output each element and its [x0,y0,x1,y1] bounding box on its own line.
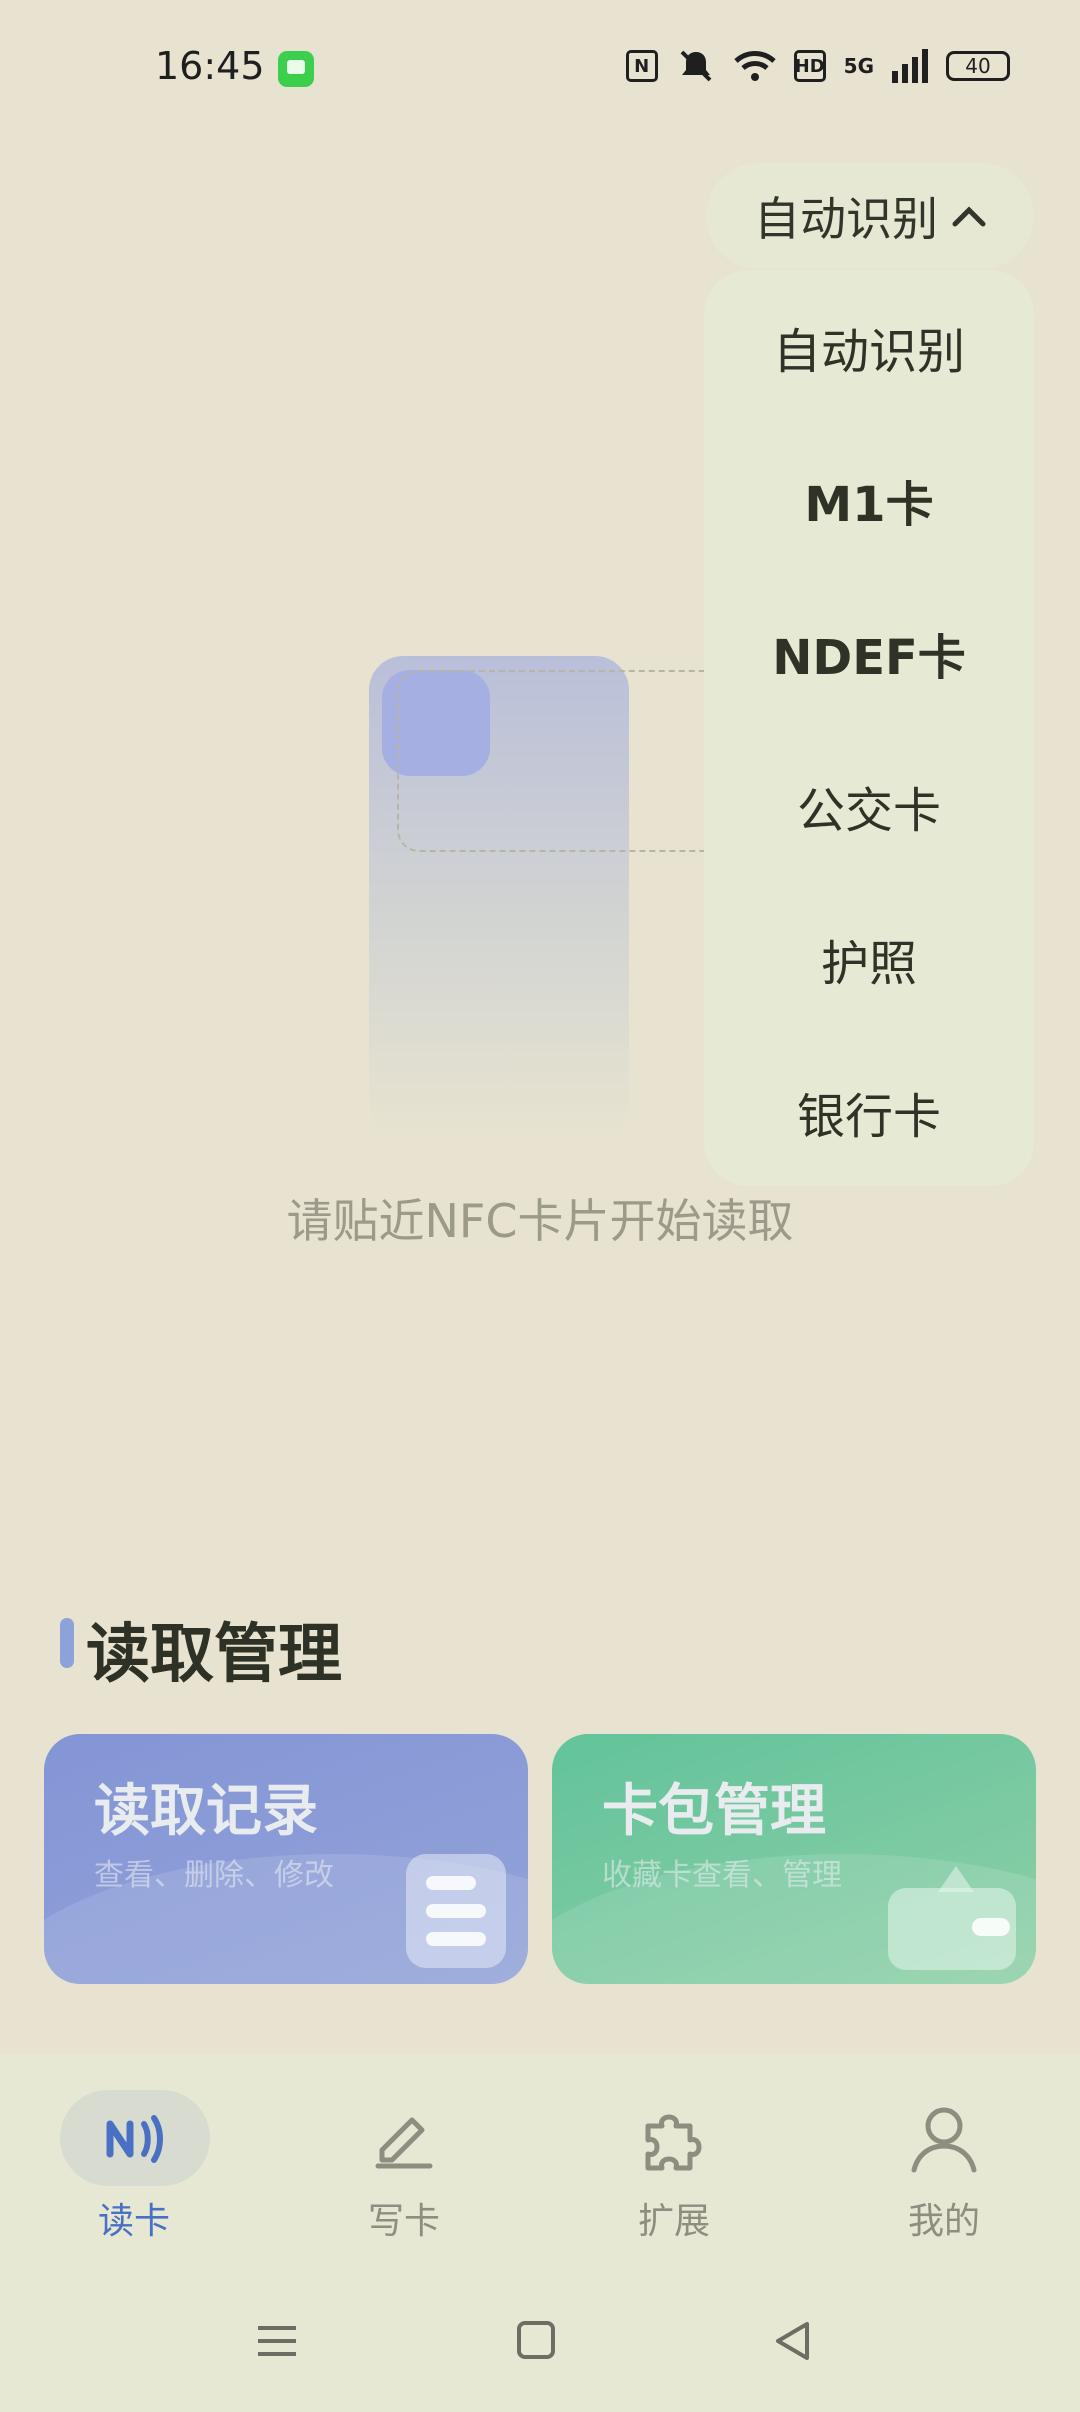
card-wallet-card[interactable]: 卡包管理 收藏卡查看、管理 [552,1734,1036,1984]
battery-icon: 40 [946,51,1010,81]
nav-label: 读卡 [97,2201,170,2242]
mode-selected-label: 自动识别 [754,192,938,246]
puzzle-icon [645,2114,702,2171]
network-type: 5G [843,54,874,78]
menu-item-passport[interactable]: 护照 [704,924,1034,994]
section-accent-bar [60,1618,74,1668]
wallet-icon [888,1888,1016,1970]
menu-item-bank-card[interactable]: 银行卡 [704,1077,1034,1147]
menu-icon[interactable] [256,2320,298,2362]
status-time: 16:45 [155,44,265,88]
card-subtitle: 查看、删除、修改 [94,1858,334,1893]
menu-item-auto[interactable]: 自动识别 [704,312,1034,382]
menu-item-bus-card[interactable]: 公交卡 [704,771,1034,841]
user-icon [911,2107,977,2173]
back-icon[interactable] [772,2320,812,2362]
nav-label: 我的 [907,2201,980,2242]
section-title: 读取管理 [86,1618,342,1692]
nav-tab-mine[interactable]: 我的 [844,2090,1044,2244]
signal-icon [892,49,928,83]
mute-icon [680,50,712,82]
read-hint: 请贴近NFC卡片开始读取 [286,1194,794,1248]
menu-item-ndef[interactable]: NDEF卡 [704,618,1034,688]
document-list-icon [406,1854,506,1968]
hd-icon: HD [793,50,826,82]
home-icon[interactable] [516,2320,556,2360]
chevron-up-icon [952,206,986,227]
nav-tab-write[interactable]: 写卡 [304,2090,504,2244]
nav-label: 扩展 [637,2201,710,2242]
mode-dropdown-menu: 自动识别 M1卡 NDEF卡 公交卡 护照 银行卡 [704,270,1034,1186]
nfc-card-outline [397,670,727,852]
nav-label: 写卡 [367,2201,440,2242]
status-icons: N HD 5G 40 [625,48,1010,84]
mode-selector-button[interactable]: 自动识别 [706,163,1034,269]
wifi-icon [733,51,776,81]
message-icon [278,51,314,87]
nfc-read-icon [106,2115,163,2163]
nav-tab-extend[interactable]: 扩展 [574,2090,774,2244]
card-title: 读取记录 [94,1779,318,1844]
read-records-card[interactable]: 读取记录 查看、删除、修改 [44,1734,528,1984]
menu-item-m1[interactable]: M1卡 [704,465,1034,535]
nav-tab-read[interactable]: 读卡 [34,2090,234,2244]
card-subtitle: 收藏卡查看、管理 [602,1858,842,1893]
pen-icon [375,2117,433,2169]
nfc-icon: N [625,50,658,82]
card-title: 卡包管理 [602,1779,826,1844]
